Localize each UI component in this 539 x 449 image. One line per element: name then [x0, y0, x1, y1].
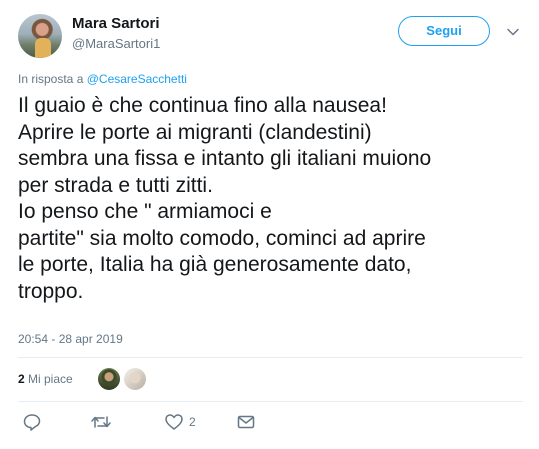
heart-icon[interactable]	[164, 412, 184, 432]
like-count: 2	[189, 415, 196, 429]
tweet-text-line: per strada e tutti zitti.	[18, 173, 213, 197]
reply-icon[interactable]	[22, 412, 42, 432]
chevron-down-icon[interactable]	[506, 25, 520, 39]
envelope-icon[interactable]	[236, 412, 256, 432]
tweet-actions: 2	[18, 410, 523, 434]
tweet-text-line: Il guaio è che continua fino alla nausea…	[18, 94, 387, 117]
reply-context: In risposta a @CesareSacchetti	[18, 72, 187, 86]
tweet-text-line: le porte, Italia ha già generosamente da…	[18, 253, 412, 276]
tweet-text-line: Aprire le porte ai migranti (clandestini…	[18, 120, 372, 144]
likes-count: 2	[18, 372, 25, 386]
tweet-header: Mara Sartori @MaraSartori1 Segui	[18, 12, 523, 60]
tweet-text-line: sembra una fissa e intanto gli italiani …	[18, 147, 432, 170]
user-handle[interactable]: @MaraSartori1	[72, 36, 160, 51]
avatar[interactable]	[18, 14, 62, 58]
tweet-text-line: partite" sia molto comodo, cominci ad ap…	[18, 226, 426, 250]
follow-button[interactable]: Segui	[398, 16, 490, 46]
liker-avatar[interactable]	[98, 368, 120, 390]
divider	[18, 357, 523, 358]
tweet-timestamp[interactable]: 20:54 - 28 apr 2019	[18, 332, 123, 346]
tweet-text-line: Io penso che " armiamoci e	[18, 200, 272, 223]
likes-row[interactable]: 2 Mi piace	[18, 366, 523, 392]
retweet-icon[interactable]	[90, 412, 112, 432]
avatar-figure	[35, 38, 51, 58]
tweet-text: Il guaio è che continua fino alla nausea…	[18, 93, 523, 305]
reply-mention-link[interactable]: @CesareSacchetti	[87, 72, 187, 86]
reply-context-prefix: In risposta a	[18, 72, 84, 86]
tweet-text-line: troppo.	[18, 279, 84, 303]
tweet-card: Mara Sartori @MaraSartori1 Segui In risp…	[0, 0, 539, 449]
likes-label: Mi piace	[28, 372, 73, 386]
display-name[interactable]: Mara Sartori	[72, 15, 160, 32]
liker-avatar[interactable]	[124, 368, 146, 390]
divider	[18, 401, 523, 402]
